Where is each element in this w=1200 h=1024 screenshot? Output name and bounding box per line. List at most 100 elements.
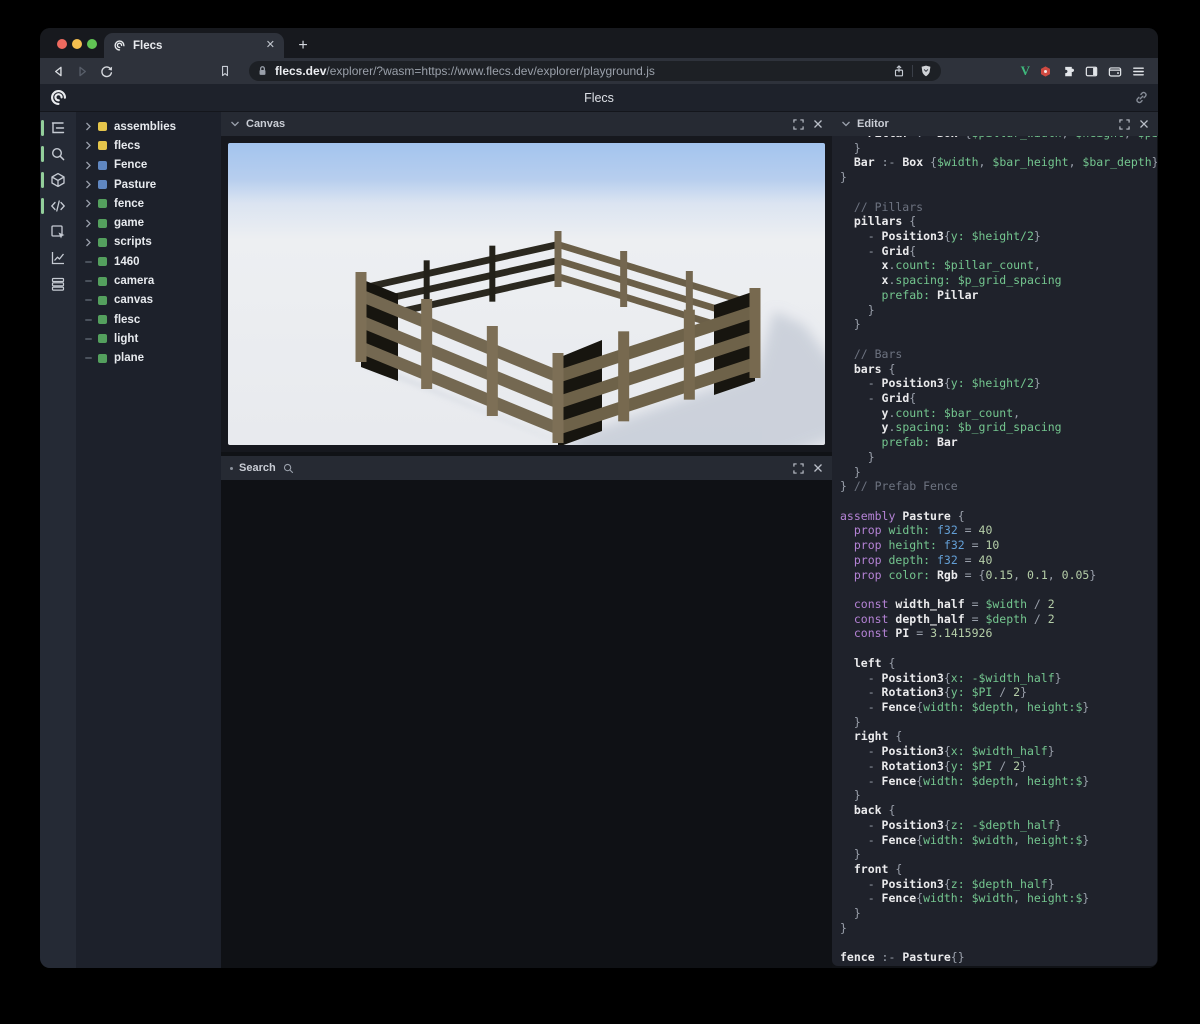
search-glass-icon	[283, 463, 293, 473]
tree-item-scripts[interactable]: scripts	[76, 233, 221, 252]
forward-button[interactable]	[70, 60, 94, 82]
chevron-down-icon[interactable]	[841, 120, 851, 128]
tree-item-flesc[interactable]: flesc	[76, 310, 221, 329]
tree-item-light[interactable]: light	[76, 329, 221, 348]
expand-chevron-icon[interactable]	[85, 219, 98, 228]
tree-item-fence[interactable]: fence	[76, 194, 221, 213]
code-line: - Fence{width: $width, height:$}	[840, 832, 1090, 847]
code-line: - Grid{	[840, 390, 917, 405]
tree-item-assemblies[interactable]: assemblies	[76, 117, 221, 136]
expand-icon[interactable]	[793, 118, 804, 130]
code-line: x.count: $pillar_count,	[881, 258, 1041, 273]
code-line: }	[840, 788, 861, 803]
sidebar-toggle-icon[interactable]	[1084, 64, 1099, 79]
expand-chevron-icon[interactable]	[85, 199, 98, 208]
tree-item-game[interactable]: game	[76, 213, 221, 232]
inspector-icon	[51, 225, 65, 239]
tree-item-canvas[interactable]: canvas	[76, 291, 221, 310]
tree-item-flecs[interactable]: flecs	[76, 136, 221, 155]
entity-color-swatch	[98, 199, 107, 209]
expand-icon[interactable]	[793, 462, 804, 474]
tree-item-plane[interactable]: plane	[76, 349, 221, 368]
tree-item-1460[interactable]: 1460	[76, 252, 221, 271]
red-badge-extension-icon[interactable]	[1038, 64, 1053, 79]
extensions-puzzle-icon[interactable]	[1061, 64, 1076, 79]
expand-chevron-icon[interactable]	[85, 141, 98, 150]
brave-shield-icon[interactable]	[919, 64, 933, 78]
search-icon	[51, 147, 65, 161]
code-line: back {	[853, 803, 896, 818]
tree-item-label: game	[114, 217, 145, 230]
code-line: }	[840, 714, 861, 729]
3d-viewport[interactable]	[228, 143, 825, 445]
tree-item-Pasture[interactable]: Pasture	[76, 175, 221, 194]
browser-toolbar: flecs.dev/explorer/?wasm=https://www.fle…	[40, 58, 1158, 84]
back-button[interactable]	[46, 60, 70, 82]
code-line: y.spacing: $b_grid_spacing	[881, 420, 1062, 435]
share-icon[interactable]	[892, 64, 906, 78]
expand-icon[interactable]	[1119, 118, 1130, 130]
tool-tables-button[interactable]	[40, 271, 76, 297]
search-panel-body[interactable]	[221, 480, 832, 968]
script-editor[interactable]: Pillar :- Box {$pillar_width, $height, $…	[832, 136, 1157, 966]
code-line: prop color: Rgb = {0.15, 0.1, 0.05}	[853, 567, 1097, 582]
browser-tab[interactable]: Flecs ✕	[104, 33, 284, 58]
bookmark-button[interactable]	[213, 60, 237, 82]
tab-close-icon[interactable]: ✕	[266, 40, 275, 51]
close-icon[interactable]	[1139, 119, 1149, 129]
tool-stats-button[interactable]	[40, 245, 76, 271]
url-domain: flecs.dev	[275, 64, 327, 78]
expand-chevron-icon[interactable]	[85, 122, 98, 131]
code-line: prop height: f32 = 10	[853, 538, 1000, 553]
tree-item-label: flecs	[114, 139, 141, 152]
close-icon[interactable]	[813, 119, 823, 129]
close-icon[interactable]	[813, 463, 823, 473]
tool-search-button[interactable]	[40, 141, 76, 167]
menu-icon[interactable]	[1131, 64, 1146, 79]
active-indicator	[41, 198, 44, 214]
editor-panel-title: Editor	[857, 118, 889, 130]
tree-item-camera[interactable]: camera	[76, 271, 221, 290]
active-indicator	[41, 120, 44, 136]
url-path: /explorer/?wasm=https://www.flecs.dev/ex…	[326, 64, 655, 78]
screen: Flecs ✕ + flecs.dev/explorer/?wasm=https…	[0, 0, 1200, 1024]
lock-icon	[259, 66, 266, 75]
tool-code-editor-button[interactable]	[40, 193, 76, 219]
tool-scene-button[interactable]	[40, 167, 76, 193]
entity-color-swatch	[98, 141, 107, 151]
tool-inspector-button[interactable]	[40, 219, 76, 245]
code-line: }	[840, 920, 847, 935]
tree-item-label: scripts	[114, 236, 152, 249]
extension-cluster: V	[1021, 63, 1146, 79]
reload-button[interactable]	[94, 60, 118, 82]
canvas-panel-title: Canvas	[246, 118, 286, 130]
new-tab-button[interactable]: +	[292, 35, 314, 57]
expand-chevron-icon[interactable]	[85, 161, 98, 170]
tree-item-label: camera	[114, 275, 155, 288]
collapse-dot-icon[interactable]	[230, 466, 233, 470]
vue-devtools-icon[interactable]: V	[1021, 63, 1030, 79]
close-window-button[interactable]	[57, 39, 67, 49]
active-indicator	[41, 146, 44, 162]
tool-tree-view-button[interactable]	[40, 115, 76, 141]
code-line: const width_half = $width / 2	[853, 597, 1055, 611]
expand-chevron-icon[interactable]	[85, 238, 98, 247]
expand-chevron-icon[interactable]	[85, 180, 98, 189]
code-line: - Fence{width: $depth, height:$}	[840, 700, 1090, 715]
tree-item-Fence[interactable]: Fence	[76, 156, 221, 175]
code-line: prefab: Pillar	[881, 287, 979, 302]
code-line: }	[840, 906, 861, 921]
chevron-down-icon[interactable]	[230, 120, 240, 128]
tree-item-label: assemblies	[114, 120, 177, 133]
url-bar[interactable]: flecs.dev/explorer/?wasm=https://www.fle…	[249, 61, 941, 81]
editor-panel-header: Editor	[832, 112, 1158, 136]
entity-color-swatch	[98, 334, 107, 344]
tree-item-label: fence	[114, 197, 145, 210]
code-line: }	[840, 170, 847, 185]
minimize-window-button[interactable]	[72, 39, 82, 49]
wallet-icon[interactable]	[1107, 64, 1123, 79]
maximize-window-button[interactable]	[87, 39, 97, 49]
code-line: } // Prefab Fence	[840, 479, 958, 494]
window-controls	[57, 39, 97, 49]
